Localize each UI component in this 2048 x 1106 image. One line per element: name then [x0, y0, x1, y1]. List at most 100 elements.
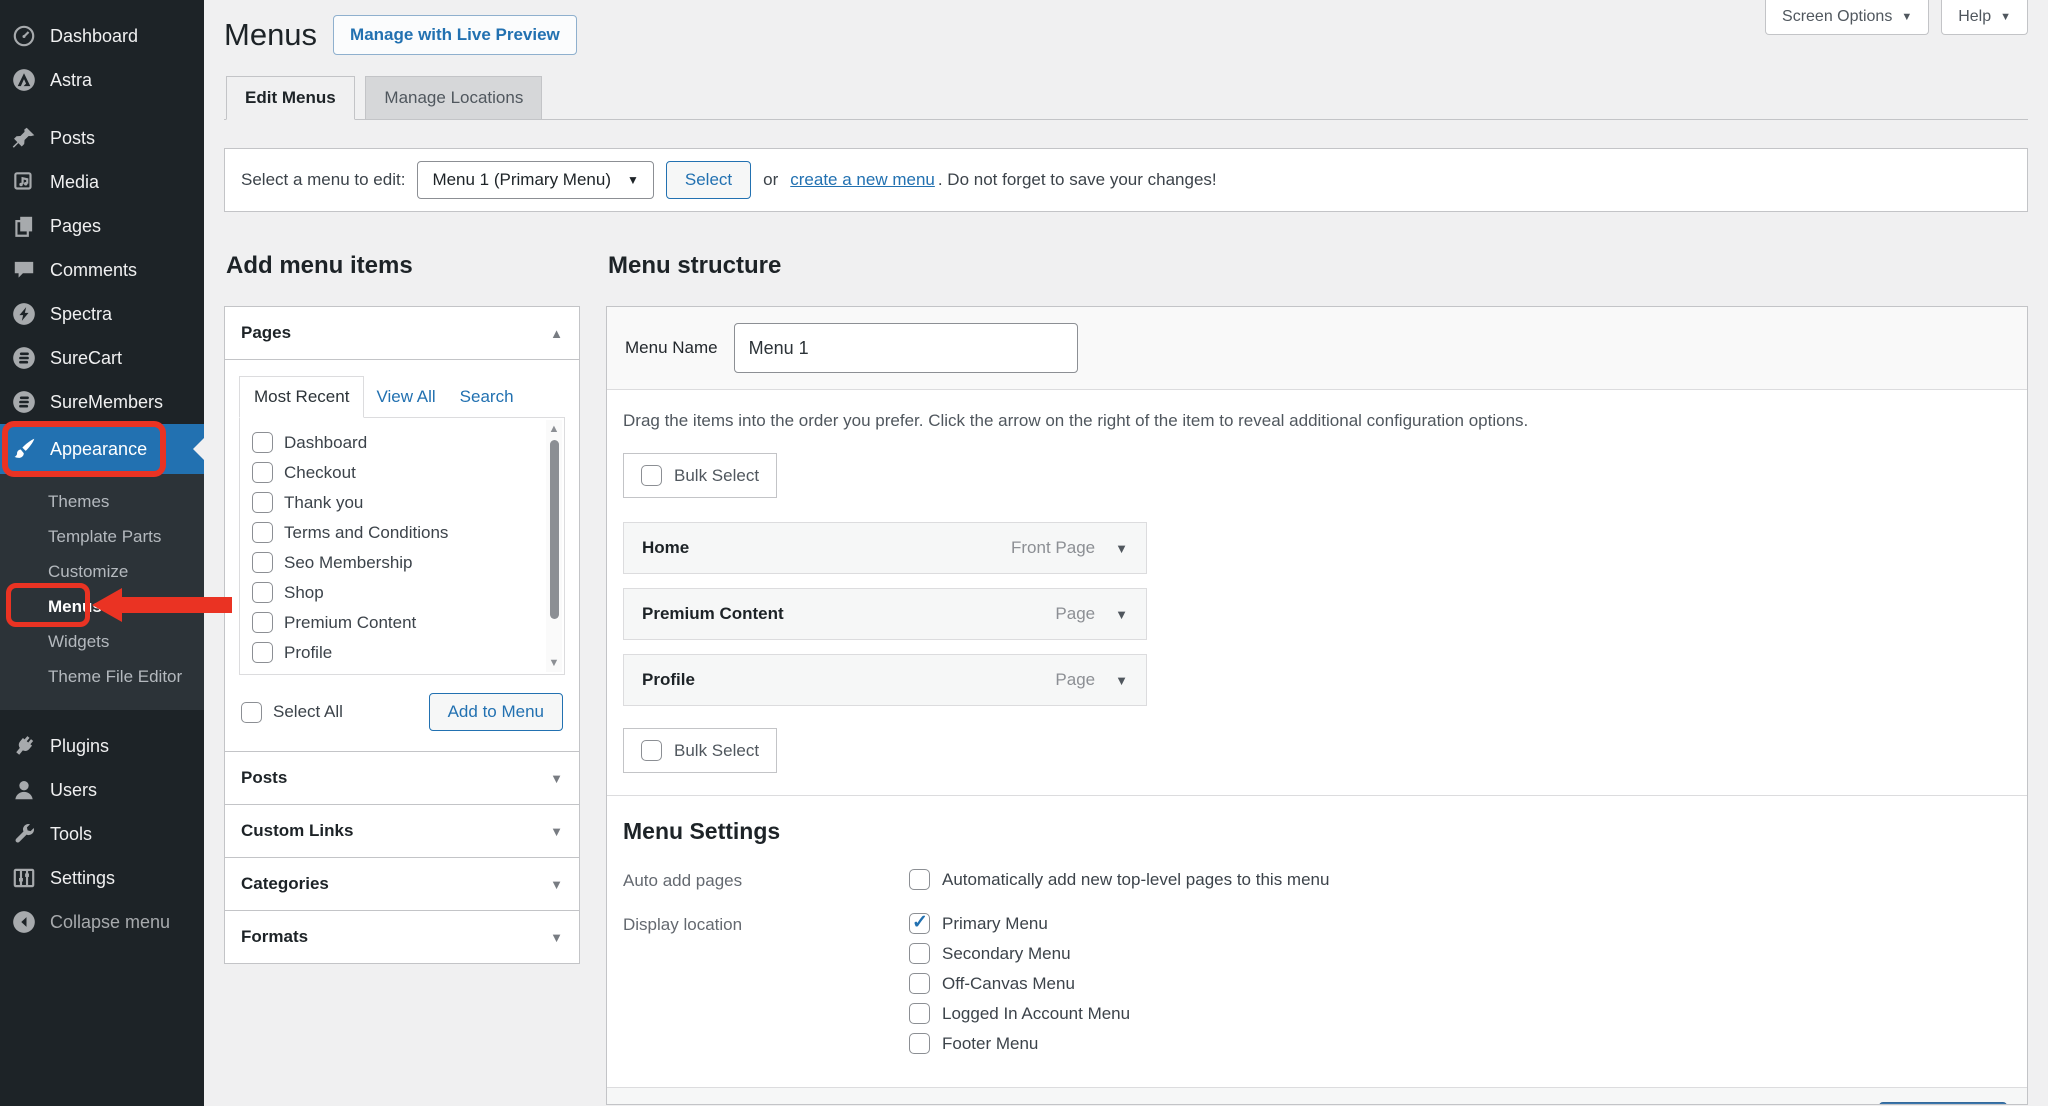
- sidebar-item[interactable]: Media: [0, 160, 204, 204]
- menu-select-dropdown[interactable]: Menu 1 (Primary Menu) ▼: [417, 161, 654, 199]
- accordion-header[interactable]: Posts ▼: [225, 751, 579, 804]
- appearance-submenu-item[interactable]: Theme File Editor: [0, 659, 204, 694]
- display-location-option[interactable]: Secondary Menu: [909, 943, 2011, 964]
- sidebar-item[interactable]: Plugins: [0, 724, 204, 768]
- sidebar-item[interactable]: Astra: [0, 58, 204, 102]
- collapse-menu-button[interactable]: Collapse menu: [0, 900, 204, 944]
- select-all-row: Select All Add to Menu: [239, 693, 565, 731]
- expand-item-icon[interactable]: ▼: [1115, 541, 1128, 556]
- bulk-select-checkbox[interactable]: [641, 465, 662, 486]
- expand-item-icon[interactable]: ▼: [1115, 607, 1128, 622]
- display-location-options: Primary Menu Secondary Menu: [909, 911, 2011, 1063]
- display-location-option[interactable]: Logged In Account Menu: [909, 1003, 2011, 1024]
- select-button[interactable]: Select: [665, 161, 752, 199]
- menu-name-input[interactable]: [733, 323, 1078, 373]
- sidebar-item[interactable]: Settings: [0, 856, 204, 900]
- auto-add-pages-option[interactable]: Automatically add new top-level pages to…: [909, 869, 2011, 890]
- help-button[interactable]: Help ▼: [1941, 0, 2028, 35]
- manage-live-preview-button[interactable]: Manage with Live Preview: [333, 15, 577, 55]
- bulk-select-top[interactable]: Bulk Select: [623, 453, 778, 498]
- display-location-option[interactable]: Off-Canvas Menu: [909, 973, 2011, 994]
- display-location-option[interactable]: Primary Menu: [909, 911, 2011, 934]
- bulk-select-checkbox[interactable]: [641, 740, 662, 761]
- menu-items-list: Home Front Page ▼ Premium Content Page ▼…: [623, 522, 1147, 706]
- bulk-select-bottom[interactable]: Bulk Select: [623, 728, 778, 773]
- tools-icon: [11, 821, 37, 847]
- location-checkbox[interactable]: [909, 911, 930, 934]
- select-all-control[interactable]: Select All: [241, 701, 343, 723]
- location-checkbox[interactable]: [909, 1003, 930, 1024]
- chevron-down-icon: ▼: [627, 173, 639, 187]
- location-checkbox[interactable]: [909, 943, 930, 964]
- sidebar-item[interactable]: SureMembers: [0, 380, 204, 424]
- page-checkbox[interactable]: [252, 432, 273, 453]
- tab-edit-menus[interactable]: Edit Menus: [226, 76, 355, 120]
- tab-most-recent[interactable]: Most Recent: [239, 376, 365, 418]
- pages-accordion-header[interactable]: Pages ▲: [225, 307, 579, 359]
- two-column-layout: Add menu items Pages ▲ Most Recent View …: [224, 252, 2028, 1105]
- page-checkbox[interactable]: [252, 462, 273, 483]
- page-checklist-item: Thank you: [252, 492, 536, 513]
- accordion-container: Pages ▲ Most Recent View All Search Dash…: [224, 306, 580, 964]
- add-to-menu-button[interactable]: Add to Menu: [428, 693, 563, 731]
- appearance-submenu-item[interactable]: Widgets: [0, 624, 204, 659]
- sidebar-item-label: Media: [50, 171, 100, 192]
- sidebar-item-label: Appearance: [50, 438, 148, 459]
- page-checkbox[interactable]: [252, 642, 273, 663]
- accordion-header[interactable]: Categories ▼: [225, 857, 579, 910]
- sidebar-item-label: SureCart: [50, 347, 123, 368]
- page-checkbox[interactable]: [252, 582, 273, 603]
- menu-item-handle[interactable]: Profile Page ▼: [623, 654, 1147, 706]
- sidebar-item[interactable]: Spectra: [0, 292, 204, 336]
- sidebar-lower-group: Plugins Users Tools Settings: [0, 724, 204, 900]
- pages-checklist: Dashboard Checkout Thank you Terms and C…: [239, 417, 565, 675]
- page-label: Seo Membership: [284, 552, 413, 572]
- scroll-down-icon[interactable]: ▼: [549, 657, 560, 669]
- sidebar-item[interactable]: Posts: [0, 116, 204, 160]
- menu-structure-heading: Menu structure: [608, 252, 782, 279]
- screen-options-button[interactable]: Screen Options ▼: [1765, 0, 1930, 35]
- scroll-up-icon[interactable]: ▲: [549, 423, 560, 435]
- sidebar-item[interactable]: Pages: [0, 204, 204, 248]
- display-location-option[interactable]: Footer Menu: [909, 1033, 2011, 1054]
- menu-item-label: Premium Content: [642, 604, 784, 623]
- page-checkbox[interactable]: [252, 522, 273, 543]
- sidebar-item[interactable]: Dashboard: [0, 14, 204, 58]
- page-checkbox[interactable]: [252, 492, 273, 513]
- select-all-checkbox[interactable]: [241, 701, 262, 723]
- scrollbar-thumb[interactable]: [549, 440, 559, 619]
- tab-manage-locations[interactable]: Manage Locations: [365, 76, 543, 119]
- sidebar-item[interactable]: Comments: [0, 248, 204, 292]
- auto-add-checkbox[interactable]: [909, 869, 930, 890]
- appearance-submenu: Themes Template Parts Customize Menus Wi…: [0, 474, 204, 710]
- appearance-submenu-item[interactable]: Customize: [0, 554, 204, 589]
- sidebar-item-appearance[interactable]: Appearance: [0, 424, 204, 474]
- tab-search[interactable]: Search: [448, 377, 526, 417]
- sidebar-item[interactable]: SureCart: [0, 336, 204, 380]
- display-location-row: Display location Primary Menu: [623, 911, 2011, 1063]
- sidebar-item-label: Settings: [50, 867, 116, 888]
- sidebar-item[interactable]: Users: [0, 768, 204, 812]
- list-scrollbar[interactable]: ▲ ▼: [546, 420, 562, 672]
- accordion-header[interactable]: Custom Links ▼: [225, 804, 579, 857]
- accordion-header[interactable]: Formats ▼: [225, 910, 579, 963]
- page-checkbox[interactable]: [252, 612, 273, 633]
- astra-icon: [11, 67, 37, 93]
- sidebar-item[interactable]: Tools: [0, 812, 204, 856]
- appearance-submenu-item[interactable]: Template Parts: [0, 519, 204, 554]
- create-new-menu-link[interactable]: create a new menu: [790, 170, 935, 190]
- save-menu-button[interactable]: Save Menu: [1879, 1102, 2007, 1104]
- location-checkbox[interactable]: [909, 973, 930, 994]
- menu-item-handle[interactable]: Premium Content Page ▼: [623, 588, 1147, 640]
- page-checklist-item: Terms and Conditions: [252, 522, 536, 543]
- expand-item-icon[interactable]: ▼: [1115, 673, 1128, 688]
- appearance-submenu-item[interactable]: Menus: [0, 589, 204, 624]
- menu-item-handle[interactable]: Home Front Page ▼: [623, 522, 1147, 574]
- location-checkbox[interactable]: [909, 1033, 930, 1054]
- save-reminder-text: . Do not forget to save your changes!: [937, 170, 1217, 189]
- tab-view-all[interactable]: View All: [364, 377, 447, 417]
- page-checkbox[interactable]: [252, 552, 273, 573]
- wordpress-admin-menus-screen: Dashboard Astra Posts Media Pages Commen…: [0, 0, 2048, 1106]
- page-checklist-item: Premium Content: [252, 612, 536, 633]
- appearance-submenu-item[interactable]: Themes: [0, 484, 204, 519]
